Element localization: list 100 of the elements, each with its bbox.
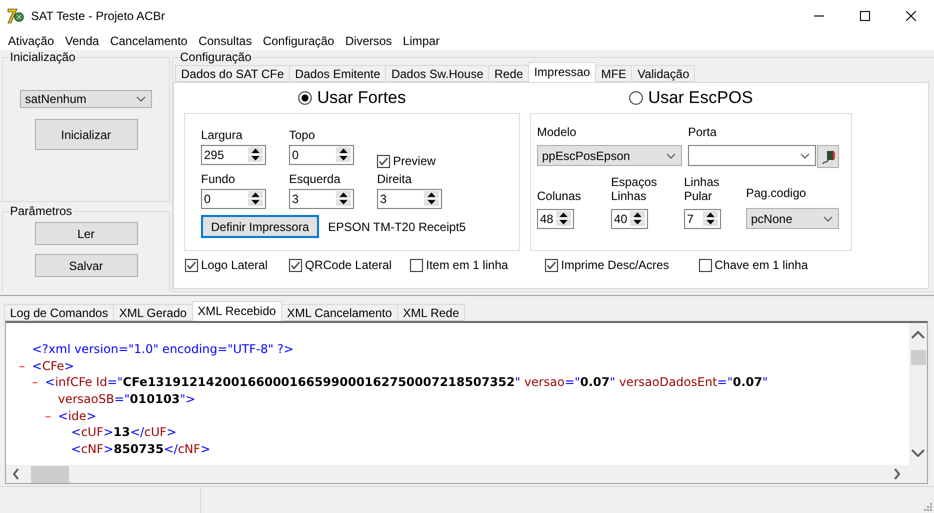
vertical-scrollbar[interactable] bbox=[909, 323, 927, 465]
spin-up-icon[interactable] bbox=[703, 211, 718, 218]
spin-field[interactable]: 3 bbox=[289, 189, 354, 209]
spin-down-icon[interactable] bbox=[556, 219, 571, 226]
spin-down-icon[interactable] bbox=[703, 219, 718, 226]
checkbox-label: Logo Lateral bbox=[201, 258, 268, 272]
window-title: SAT Teste - Projeto ACBr bbox=[31, 9, 166, 23]
menu-item[interactable]: Configuração bbox=[256, 34, 340, 48]
checkbox-label: Imprime Desc/Acres bbox=[561, 258, 670, 272]
tab[interactable]: Dados do SAT CFe bbox=[175, 65, 290, 82]
spin-up-icon[interactable] bbox=[424, 191, 439, 198]
field-label: Largura bbox=[201, 128, 244, 142]
spin-field[interactable]: 0 bbox=[289, 145, 354, 165]
chevron-up-icon[interactable] bbox=[911, 331, 925, 339]
resize-grip-icon[interactable] bbox=[922, 501, 932, 511]
chevron-down-icon[interactable] bbox=[911, 449, 925, 457]
spin-up-icon[interactable] bbox=[248, 147, 263, 154]
field-label: Colunas bbox=[537, 189, 582, 203]
spin-down-icon[interactable] bbox=[248, 155, 263, 162]
dropdown[interactable] bbox=[688, 145, 816, 166]
chevron-down-icon bbox=[800, 152, 810, 158]
port-button[interactable] bbox=[817, 145, 839, 168]
checkbox[interactable] bbox=[377, 154, 390, 168]
spin-down-icon[interactable] bbox=[248, 199, 263, 206]
initialize-button[interactable]: Inicializar bbox=[34, 119, 138, 150]
spin-field[interactable]: 3 bbox=[377, 189, 442, 209]
scroll-thumb[interactable] bbox=[31, 466, 69, 482]
spin-down-icon[interactable] bbox=[336, 155, 351, 162]
spin-field[interactable]: 40 bbox=[611, 209, 648, 229]
menu-item[interactable]: Diversos bbox=[339, 34, 397, 48]
field-label: Pag.codigo bbox=[746, 186, 808, 200]
tab[interactable]: Validação bbox=[631, 65, 696, 82]
spin-field[interactable]: 295 bbox=[201, 145, 266, 165]
menu-item[interactable]: Cancelamento bbox=[104, 34, 192, 48]
horizontal-scrollbar[interactable] bbox=[6, 465, 909, 483]
scroll-thumb[interactable] bbox=[910, 350, 926, 365]
tab[interactable]: XML Cancelamento bbox=[280, 304, 398, 321]
checkbox-label: Preview bbox=[393, 154, 436, 168]
radio-label: Usar Fortes bbox=[317, 88, 406, 108]
checkbox[interactable] bbox=[289, 258, 302, 272]
chevron-down-icon bbox=[666, 152, 676, 158]
app-logo-icon bbox=[7, 7, 25, 25]
menu-item[interactable]: Consultas bbox=[192, 34, 257, 48]
field-label: Espaços Linhas bbox=[611, 175, 658, 203]
collapse-toggle[interactable]: – bbox=[45, 408, 58, 424]
xml-line: <ide> bbox=[58, 408, 96, 424]
checkbox-label: Item em 1 linha bbox=[426, 258, 508, 272]
spin-field[interactable]: 7 bbox=[684, 209, 721, 229]
menu-item[interactable]: Ativação bbox=[2, 34, 60, 48]
dropdown[interactable]: pcNone bbox=[746, 208, 839, 229]
dropdown[interactable]: ppEscPosEpson bbox=[537, 145, 682, 166]
xml-line: <infCFe Id="CFe13191214200166000166599000162750007218507352" versao="0.07" versaoDadosEnt="0.07" bbox=[45, 374, 768, 392]
spin-up-icon[interactable] bbox=[556, 211, 571, 218]
xml-line: <cNF>850735</cNF> bbox=[71, 441, 210, 458]
tab[interactable]: Dados Sw.House bbox=[385, 65, 490, 82]
xml-line: <cUF>13</cUF> bbox=[71, 424, 177, 442]
maximize-icon bbox=[860, 11, 870, 21]
tab[interactable]: XML Rede bbox=[396, 304, 466, 321]
menu-item[interactable]: Limpar bbox=[396, 34, 445, 48]
radio-button[interactable] bbox=[629, 91, 644, 105]
spin-up-icon[interactable] bbox=[630, 211, 645, 218]
tab[interactable]: Impressao bbox=[528, 62, 596, 82]
field-label: Topo bbox=[289, 128, 316, 142]
spin-field[interactable]: 48 bbox=[537, 209, 574, 229]
chevron-down-icon bbox=[823, 216, 833, 222]
menu-item[interactable]: Venda bbox=[59, 34, 104, 48]
collapse-toggle[interactable]: – bbox=[19, 358, 32, 374]
action-button[interactable]: Salvar bbox=[34, 254, 138, 277]
xml-line: <CFe> bbox=[32, 358, 74, 374]
tab[interactable]: Dados Emitente bbox=[288, 65, 386, 82]
spin-up-icon[interactable] bbox=[336, 191, 351, 198]
spin-field[interactable]: 0 bbox=[201, 189, 266, 209]
spin-up-icon[interactable] bbox=[336, 147, 351, 154]
spin-up-icon[interactable] bbox=[248, 191, 263, 198]
field-label: Linhas Pular bbox=[684, 175, 720, 203]
field-label: Direita bbox=[377, 172, 413, 186]
chevron-left-icon[interactable] bbox=[12, 468, 20, 480]
spin-down-icon[interactable] bbox=[424, 199, 439, 206]
radio-button[interactable] bbox=[298, 91, 312, 105]
field-label: Esquerda bbox=[289, 172, 342, 186]
checkbox[interactable] bbox=[185, 258, 198, 272]
spin-down-icon[interactable] bbox=[630, 219, 645, 226]
checkbox[interactable] bbox=[698, 258, 712, 272]
group-title: Configuração bbox=[179, 50, 252, 64]
tab[interactable]: Rede bbox=[488, 65, 530, 82]
field-label: Porta bbox=[688, 125, 718, 139]
chevron-right-icon[interactable] bbox=[893, 468, 901, 480]
spin-down-icon[interactable] bbox=[336, 199, 351, 206]
collapse-toggle[interactable]: – bbox=[32, 374, 45, 392]
tab[interactable]: XML Recebido bbox=[192, 301, 282, 321]
define-printer-button[interactable]: Definir Impressora bbox=[201, 215, 319, 238]
checkbox[interactable] bbox=[410, 258, 423, 272]
tab[interactable]: MFE bbox=[595, 65, 632, 82]
tab[interactable]: Log de Comandos bbox=[4, 304, 114, 321]
group-title: Inicialização bbox=[9, 50, 76, 64]
dropdown[interactable]: satNenhum bbox=[20, 90, 152, 108]
checkbox[interactable] bbox=[545, 258, 558, 272]
action-button[interactable]: Ler bbox=[34, 222, 138, 245]
tab[interactable]: XML Gerado bbox=[113, 304, 193, 321]
field-label: Modelo bbox=[537, 125, 578, 139]
